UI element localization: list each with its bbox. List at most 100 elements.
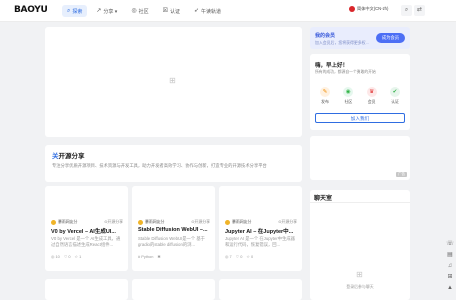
likes-stat[interactable]: ♡ 0 xyxy=(64,254,71,259)
quick-action-label: 认证 xyxy=(391,99,399,104)
post-author[interactable]: 暴雨网友分 xyxy=(225,219,251,225)
post-thumbnail[interactable] xyxy=(219,186,302,216)
member-title: 我的会员 xyxy=(315,33,336,39)
post-card[interactable] xyxy=(132,279,215,300)
language-switcher[interactable]: 简体中文(CN-zh) xyxy=(349,6,388,12)
nav-label: 认证 xyxy=(169,8,180,15)
views-stat: ◎ 10 xyxy=(51,254,60,259)
member-icon: ♛ xyxy=(366,87,377,97)
quick-action-certify[interactable]: ✔ 认证 xyxy=(385,87,405,105)
quick-action-member[interactable]: ♛ 会员 xyxy=(362,87,382,105)
become-member-button[interactable]: 成为会员 xyxy=(375,33,405,43)
post-meta: 暴雨网友分 ⊙开源分享 xyxy=(225,219,297,225)
post-tag[interactable]: ⊙开源分享 xyxy=(104,219,123,225)
chat-title: 聊天室 xyxy=(314,196,333,202)
certify-icon: ✔ xyxy=(389,87,400,97)
post-stats: ◎ 7 ♡ 0 ☆ 0 xyxy=(225,254,253,259)
top-bar: BAOYU ⌕ 探索 ↗ 分享 ▾ ◎ 社区 ☒ 认证 ➶ 午读轨道 简体中文(… xyxy=(0,0,456,22)
quick-actions: ✎ 发布 ◉ 社区 ♛ 会员 ✔ 认证 xyxy=(315,87,405,105)
post-author[interactable]: 暴雨网友分 xyxy=(138,219,164,225)
post-description: V0 by Vercel 是一个 AI生成工具，通过自然语言描述生成React组… xyxy=(51,236,121,247)
member-subtitle: 加入会员后，您将获得更多权... xyxy=(315,40,369,45)
intro-description: 专注分享优质开源项目、技术资源与开发工具，助力开发者高效学习、协作与创新，打造专… xyxy=(52,163,267,168)
post-card[interactable] xyxy=(219,279,302,300)
avatar xyxy=(138,219,143,225)
post-card[interactable]: 暴雨网友分 ⊙开源分享 Jupyter AI – 在Jupyter中... Ju… xyxy=(219,186,302,271)
rocket-icon: ➶ xyxy=(194,8,200,14)
nav-share[interactable]: ↗ 分享 ▾ xyxy=(91,5,122,17)
post-description: Jupyter AI 是一个 在Jupyter中生成器和运行代码，恢复错误，回.… xyxy=(225,236,295,247)
post-meta: 暴雨网友分 ⊙开源分享 xyxy=(51,219,123,225)
site-logo[interactable]: BAOYU xyxy=(14,5,48,15)
language-label: 简体中文(CN-zh) xyxy=(357,6,389,11)
post-title[interactable]: Stable Diffusion WebUI –... xyxy=(138,227,210,233)
main-nav: ⌕ 探索 ↗ 分享 ▾ ◎ 社区 ☒ 认证 ➶ 午读轨道 xyxy=(62,5,226,17)
nav-explore[interactable]: ⌕ 探索 xyxy=(62,5,88,17)
favorites-stat[interactable]: ☆ 0 xyxy=(246,254,253,259)
language-stat[interactable]: # Python xyxy=(138,254,153,259)
contact-icon[interactable]: ☏ xyxy=(446,240,454,248)
chat-placeholder-icon: ⊞ xyxy=(356,270,363,279)
avatar xyxy=(225,219,230,225)
community-icon: ◎ xyxy=(131,8,137,14)
stat-icon: ✱ xyxy=(157,254,161,259)
search-icon: ⌕ xyxy=(67,8,71,14)
post-author[interactable]: 暴雨网友分 xyxy=(51,219,77,225)
nav-certify[interactable]: ☒ 认证 xyxy=(158,5,185,17)
post-thumbnail[interactable] xyxy=(132,186,215,216)
document-icon[interactable]: ▤ xyxy=(446,251,454,259)
join-us-button[interactable]: 加入我们 xyxy=(315,113,405,123)
quick-action-label: 会员 xyxy=(367,99,376,104)
quick-action-label: 社区 xyxy=(344,99,353,104)
nav-community[interactable]: ◎ 社区 xyxy=(126,5,153,17)
favorites-stat[interactable]: ☆ 1 xyxy=(75,254,82,259)
post-description: Stable Diffusion WebUI是一个 基于gradio的stabl… xyxy=(138,236,205,247)
likes-stat[interactable]: ♡ 0 xyxy=(236,254,243,259)
chat-empty-text: 登录后参与聊天 xyxy=(346,284,374,289)
nav-label: 探索 xyxy=(72,8,83,15)
avatar xyxy=(51,219,56,225)
share-icon: ↗ xyxy=(96,8,102,14)
post-title[interactable]: V0 by Vercel – AI生成UI... xyxy=(51,227,123,235)
floating-toolbar: ☏ ▤ ♫ ⊞ ▲ xyxy=(446,240,454,292)
search-icon[interactable]: ⌕ xyxy=(401,5,412,16)
greeting-subtitle: 所有的成功，都源自一个勇敢的开始 xyxy=(315,70,376,74)
post-thumbnail[interactable] xyxy=(45,186,128,216)
back-to-top-icon[interactable]: ▲ xyxy=(446,284,454,292)
nav-rocket[interactable]: ➶ 午读轨道 xyxy=(189,5,226,17)
divider xyxy=(310,202,410,203)
quick-action-community[interactable]: ◉ 社区 xyxy=(338,87,358,105)
post-tag[interactable]: ⊙开源分享 xyxy=(278,219,297,225)
author-name: 暴雨网友分 xyxy=(232,219,252,224)
author-name: 暴雨网友分 xyxy=(58,219,78,224)
hero-banner[interactable]: ⊞ xyxy=(45,27,302,137)
greeting: 嗨，早上好！ xyxy=(315,63,349,69)
chat-room: 聊天室 ⊞ 登录后参与聊天 xyxy=(310,190,410,300)
author-name: 暴雨网友分 xyxy=(145,219,165,224)
post-meta: 暴雨网友分 ⊙开源分享 xyxy=(138,219,210,225)
intro-title: 关开源分享 xyxy=(52,150,295,160)
nav-label: 分享 ▾ xyxy=(103,8,118,15)
settings-icon[interactable]: ⇄ xyxy=(414,5,425,16)
ad-banner[interactable]: 广告 xyxy=(310,136,410,180)
certify-icon: ☒ xyxy=(162,8,168,14)
grid-icon[interactable]: ⊞ xyxy=(446,273,454,281)
post-card[interactable]: 暴雨网友分 ⊙开源分享 V0 by Vercel – AI生成UI... V0 … xyxy=(45,186,128,271)
quick-action-label: 发布 xyxy=(321,99,329,104)
music-icon[interactable]: ♫ xyxy=(446,262,454,270)
member-card: 我的会员 加入会员后，您将获得更多权... 成为会员 xyxy=(310,27,410,49)
quick-action-post[interactable]: ✎ 发布 xyxy=(315,87,335,105)
nav-label: 社区 xyxy=(138,8,149,15)
nav-label: 午读轨道 xyxy=(201,8,222,15)
flag-icon xyxy=(349,6,355,12)
post-tag[interactable]: ⊙开源分享 xyxy=(191,219,210,225)
ad-label: 广告 xyxy=(396,172,407,177)
post-card[interactable]: 暴雨网友分 ⊙开源分享 Stable Diffusion WebUI –... … xyxy=(132,186,215,271)
views-stat: ◎ 7 xyxy=(225,254,232,259)
post-icon: ✎ xyxy=(320,87,330,97)
post-stats: # Python ✱ xyxy=(138,254,161,259)
intro-title-text: 开源分享 xyxy=(58,153,85,160)
post-title[interactable]: Jupyter AI – 在Jupyter中... xyxy=(225,227,297,235)
community-icon: ◉ xyxy=(343,87,354,97)
post-card[interactable] xyxy=(45,279,128,300)
